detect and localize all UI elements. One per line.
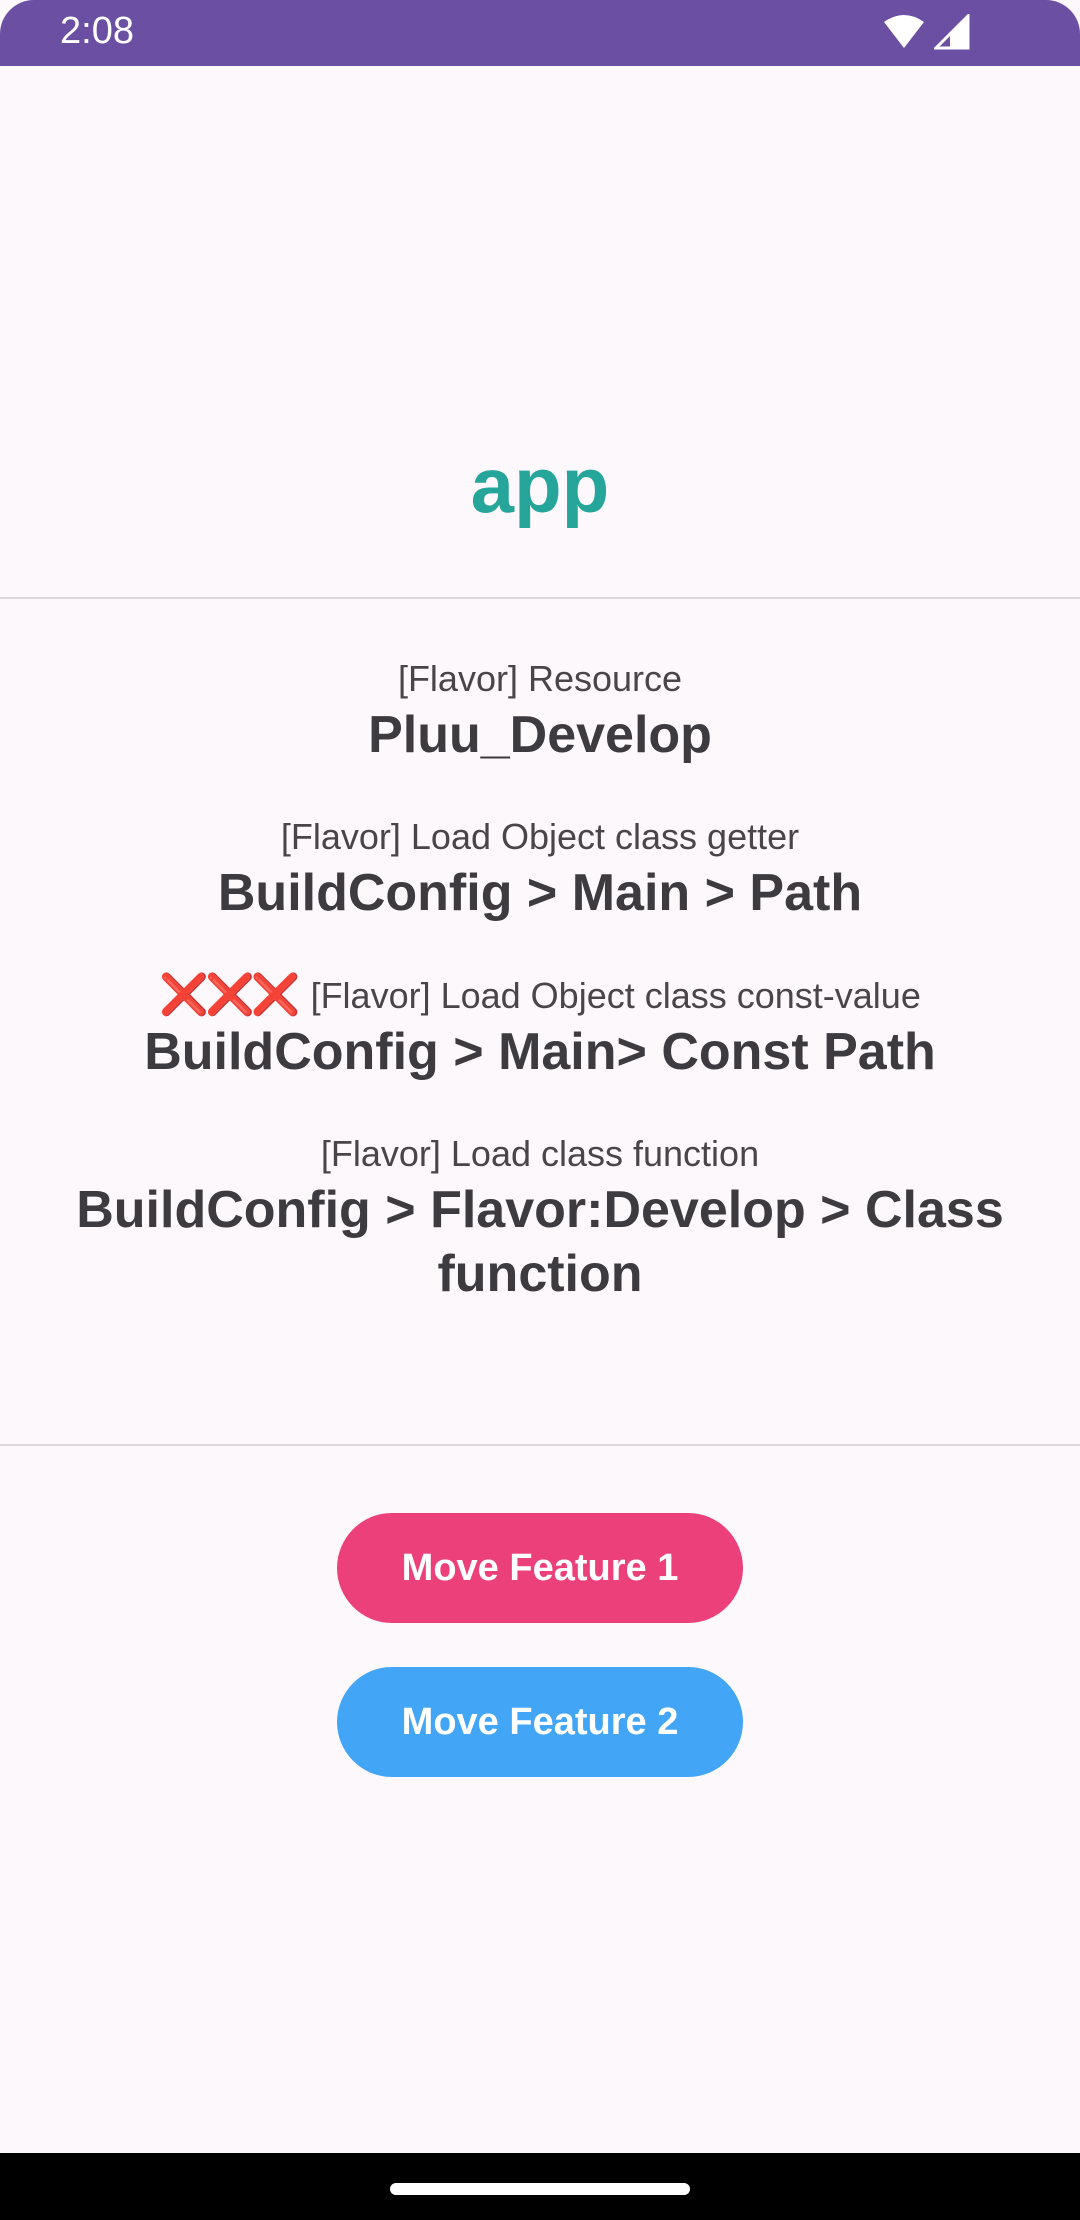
info-item-resource: [Flavor] Resource Pluu_Develop <box>0 655 1080 767</box>
info-label: [Flavor] Resource <box>0 655 1080 703</box>
info-value: BuildConfig > Main> Const Path <box>144 1023 936 1081</box>
info-value: Pluu_Develop <box>368 706 712 764</box>
info-label-text: [Flavor] Load Object class getter <box>280 816 800 857</box>
info-label: ❌❌❌ [Flavor] Load Object class const-valu… <box>0 971 1080 1020</box>
status-bar: 2:08 <box>0 0 1080 66</box>
move-feature-1-button[interactable]: Move Feature 1 <box>337 1513 743 1623</box>
home-handle[interactable] <box>390 2183 690 2195</box>
info-label-text: [Flavor] Resource <box>397 658 683 699</box>
app-title: app <box>470 441 610 529</box>
signal-icon <box>932 12 970 55</box>
info-item-object-getter: [Flavor] Load Object class getter BuildC… <box>0 813 1080 925</box>
info-label-text: [Flavor] Load Object class const-value <box>310 975 921 1016</box>
info-value: BuildConfig > Main > Path <box>217 864 863 922</box>
status-icons <box>882 12 970 55</box>
info-value: BuildConfig > Flavor:Develop > Class fun… <box>76 1181 1004 1303</box>
flavor-info-list: [Flavor] Resource Pluu_Develop [Flavor] … <box>0 655 1080 1352</box>
move-feature-2-button[interactable]: Move Feature 2 <box>337 1667 743 1777</box>
info-label: [Flavor] Load class function <box>0 1130 1080 1178</box>
info-label-text: [Flavor] Load class function <box>320 1133 760 1174</box>
info-item-class-function: [Flavor] Load class function BuildConfig… <box>0 1130 1080 1306</box>
info-label: [Flavor] Load Object class getter <box>0 813 1080 861</box>
wifi-icon <box>882 14 926 55</box>
divider-top <box>0 597 1080 599</box>
navigation-bar <box>0 2153 1080 2220</box>
divider-bottom <box>0 1444 1080 1446</box>
info-item-object-const: ❌❌❌ [Flavor] Load Object class const-valu… <box>0 971 1080 1084</box>
cross-mark-icons: ❌❌❌ <box>159 973 300 1017</box>
status-time: 2:08 <box>60 10 134 52</box>
